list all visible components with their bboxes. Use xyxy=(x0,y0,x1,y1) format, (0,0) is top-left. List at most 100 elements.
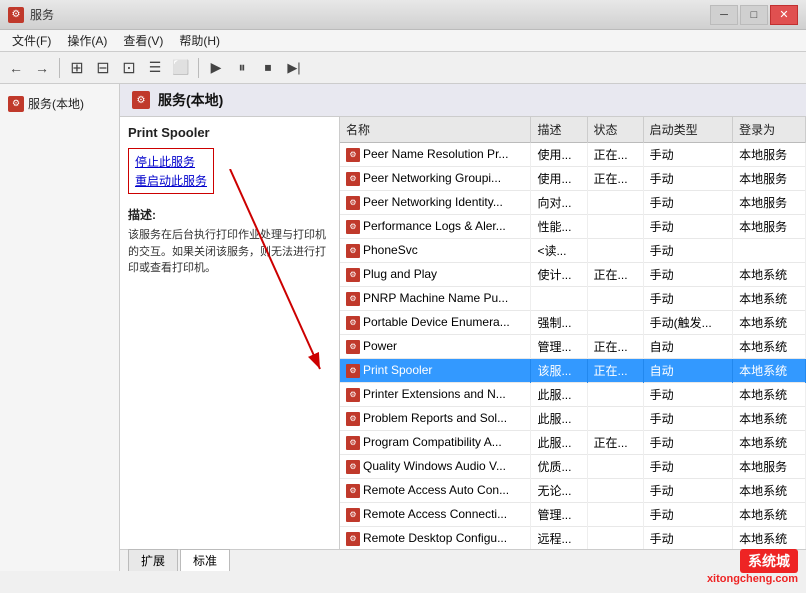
cell-status: 正在... xyxy=(587,143,643,167)
table-row[interactable]: ⚙PNRP Machine Name Pu...手动本地系统 xyxy=(340,287,806,311)
cell-logon xyxy=(733,239,806,263)
cell-name: ⚙Print Spooler xyxy=(340,359,531,383)
col-startup[interactable]: 启动类型 xyxy=(643,117,733,143)
tab-expand[interactable]: 扩展 xyxy=(128,549,178,571)
cell-logon: 本地系统 xyxy=(733,335,806,359)
table-row[interactable]: ⚙Power管理...正在...自动本地系统 xyxy=(340,335,806,359)
cell-logon: 本地系统 xyxy=(733,503,806,527)
table-row[interactable]: ⚙Peer Name Resolution Pr...使用...正在...手动本… xyxy=(340,143,806,167)
table-row[interactable]: ⚙Remote Access Connecti...管理...手动本地系统 xyxy=(340,503,806,527)
col-desc[interactable]: 描述 xyxy=(531,117,587,143)
cell-status xyxy=(587,479,643,503)
play-button[interactable]: ▶ xyxy=(204,56,228,80)
cell-logon: 本地服务 xyxy=(733,191,806,215)
cell-desc xyxy=(531,287,587,311)
description-text: 该服务在后台执行打印作业处理与打印机的交互。如果关闭该服务，则无法进行打印或查看… xyxy=(128,227,331,277)
pause-button[interactable]: ⏸ xyxy=(230,56,254,80)
toolbar-btn-1[interactable]: ⊞ xyxy=(65,56,89,80)
description-label: 描述: xyxy=(128,206,331,223)
content-header-title: 服务(本地) xyxy=(158,90,223,110)
cell-logon: 本地系统 xyxy=(733,311,806,335)
cell-logon: 本地服务 xyxy=(733,455,806,479)
row-service-icon: ⚙ xyxy=(346,364,360,378)
table-row[interactable]: ⚙Problem Reports and Sol...此服...手动本地系统 xyxy=(340,407,806,431)
cell-logon: 本地系统 xyxy=(733,383,806,407)
table-row[interactable]: ⚙Peer Networking Groupi...使用...正在...手动本地… xyxy=(340,167,806,191)
selected-service-name: Print Spooler xyxy=(128,125,331,140)
menu-view[interactable]: 查看(V) xyxy=(115,30,171,51)
cell-logon: 本地系统 xyxy=(733,287,806,311)
cell-logon: 本地服务 xyxy=(733,143,806,167)
cell-name: ⚙Plug and Play xyxy=(340,263,531,287)
cell-name: ⚙Peer Networking Groupi... xyxy=(340,167,531,191)
cell-logon: 本地系统 xyxy=(733,479,806,503)
cell-name: ⚙PhoneSvc xyxy=(340,239,531,263)
cell-name: ⚙Portable Device Enumera... xyxy=(340,311,531,335)
table-row[interactable]: ⚙Plug and Play使计...正在...手动本地系统 xyxy=(340,263,806,287)
col-logon[interactable]: 登录为 xyxy=(733,117,806,143)
cell-status: 正在... xyxy=(587,335,643,359)
cell-status: 正在... xyxy=(587,359,643,383)
restart-service-link[interactable]: 重启动此服务 xyxy=(135,172,207,189)
cell-startup: 手动 xyxy=(643,407,733,431)
cell-name: ⚙Quality Windows Audio V... xyxy=(340,455,531,479)
table-row[interactable]: ⚙Print Spooler该服...正在...自动本地系统 xyxy=(340,359,806,383)
stop-button[interactable]: ⏹ xyxy=(256,56,280,80)
toolbar-btn-5[interactable]: ⬜ xyxy=(169,56,193,80)
menu-file[interactable]: 文件(F) xyxy=(4,30,59,51)
table-row[interactable]: ⚙Remote Access Auto Con...无论...手动本地系统 xyxy=(340,479,806,503)
row-service-icon: ⚙ xyxy=(346,388,360,402)
cell-status xyxy=(587,191,643,215)
table-row[interactable]: ⚙Peer Networking Identity...向对...手动本地服务 xyxy=(340,191,806,215)
cell-startup: 手动 xyxy=(643,431,733,455)
table-row[interactable]: ⚙PhoneSvc<读...手动 xyxy=(340,239,806,263)
menu-action[interactable]: 操作(A) xyxy=(59,30,115,51)
tab-standard[interactable]: 标准 xyxy=(180,549,230,571)
table-row[interactable]: ⚙Portable Device Enumera...强制...手动(触发...… xyxy=(340,311,806,335)
cell-desc: 此服... xyxy=(531,383,587,407)
col-status[interactable]: 状态 xyxy=(587,117,643,143)
cell-desc: 远程... xyxy=(531,527,587,550)
col-name[interactable]: 名称 xyxy=(340,117,531,143)
row-service-icon: ⚙ xyxy=(346,172,360,186)
row-service-icon: ⚙ xyxy=(346,340,360,354)
restart-button[interactable]: ▶| xyxy=(282,56,306,80)
cell-startup: 手动 xyxy=(643,167,733,191)
stop-service-link[interactable]: 停止此服务 xyxy=(135,153,207,170)
cell-name: ⚙Remote Access Auto Con... xyxy=(340,479,531,503)
close-button[interactable]: ✕ xyxy=(770,5,798,25)
table-row[interactable]: ⚙Program Compatibility A...此服...正在...手动本… xyxy=(340,431,806,455)
table-row[interactable]: ⚙Printer Extensions and N...此服...手动本地系统 xyxy=(340,383,806,407)
row-service-icon: ⚙ xyxy=(346,412,360,426)
service-table-wrapper[interactable]: 名称 描述 状态 启动类型 登录为 ⚙Peer Name Resolution … xyxy=(340,117,806,549)
table-row[interactable]: ⚙Performance Logs & Aler...性能...手动本地服务 xyxy=(340,215,806,239)
forward-button[interactable]: → xyxy=(30,56,54,80)
sidebar-item-local-services[interactable]: ⚙ 服务(本地) xyxy=(4,92,115,115)
cell-status xyxy=(587,503,643,527)
cell-status: 正在... xyxy=(587,263,643,287)
cell-desc: 使计... xyxy=(531,263,587,287)
table-row[interactable]: ⚙Quality Windows Audio V...优质...手动本地服务 xyxy=(340,455,806,479)
cell-startup: 手动 xyxy=(643,143,733,167)
toolbar-btn-4[interactable]: ☰ xyxy=(143,56,167,80)
row-service-icon: ⚙ xyxy=(346,244,360,258)
cell-logon: 本地系统 xyxy=(733,359,806,383)
minimize-button[interactable]: ─ xyxy=(710,5,738,25)
cell-name: ⚙Peer Name Resolution Pr... xyxy=(340,143,531,167)
row-service-icon: ⚙ xyxy=(346,532,360,546)
maximize-button[interactable]: □ xyxy=(740,5,768,25)
back-button[interactable]: ← xyxy=(4,56,28,80)
row-service-icon: ⚙ xyxy=(346,460,360,474)
table-row[interactable]: ⚙Remote Desktop Configu...远程...手动本地系统 xyxy=(340,527,806,550)
sidebar: ⚙ 服务(本地) xyxy=(0,84,120,571)
cell-status xyxy=(587,407,643,431)
cell-name: ⚙Peer Networking Identity... xyxy=(340,191,531,215)
toolbar-btn-2[interactable]: ⊟ xyxy=(91,56,115,80)
toolbar-btn-3[interactable]: ⊡ xyxy=(117,56,141,80)
row-service-icon: ⚙ xyxy=(346,148,360,162)
menu-help[interactable]: 帮助(H) xyxy=(171,30,228,51)
window-title: 服务 xyxy=(30,6,54,23)
row-service-icon: ⚙ xyxy=(346,484,360,498)
cell-desc: 此服... xyxy=(531,407,587,431)
row-service-icon: ⚙ xyxy=(346,292,360,306)
